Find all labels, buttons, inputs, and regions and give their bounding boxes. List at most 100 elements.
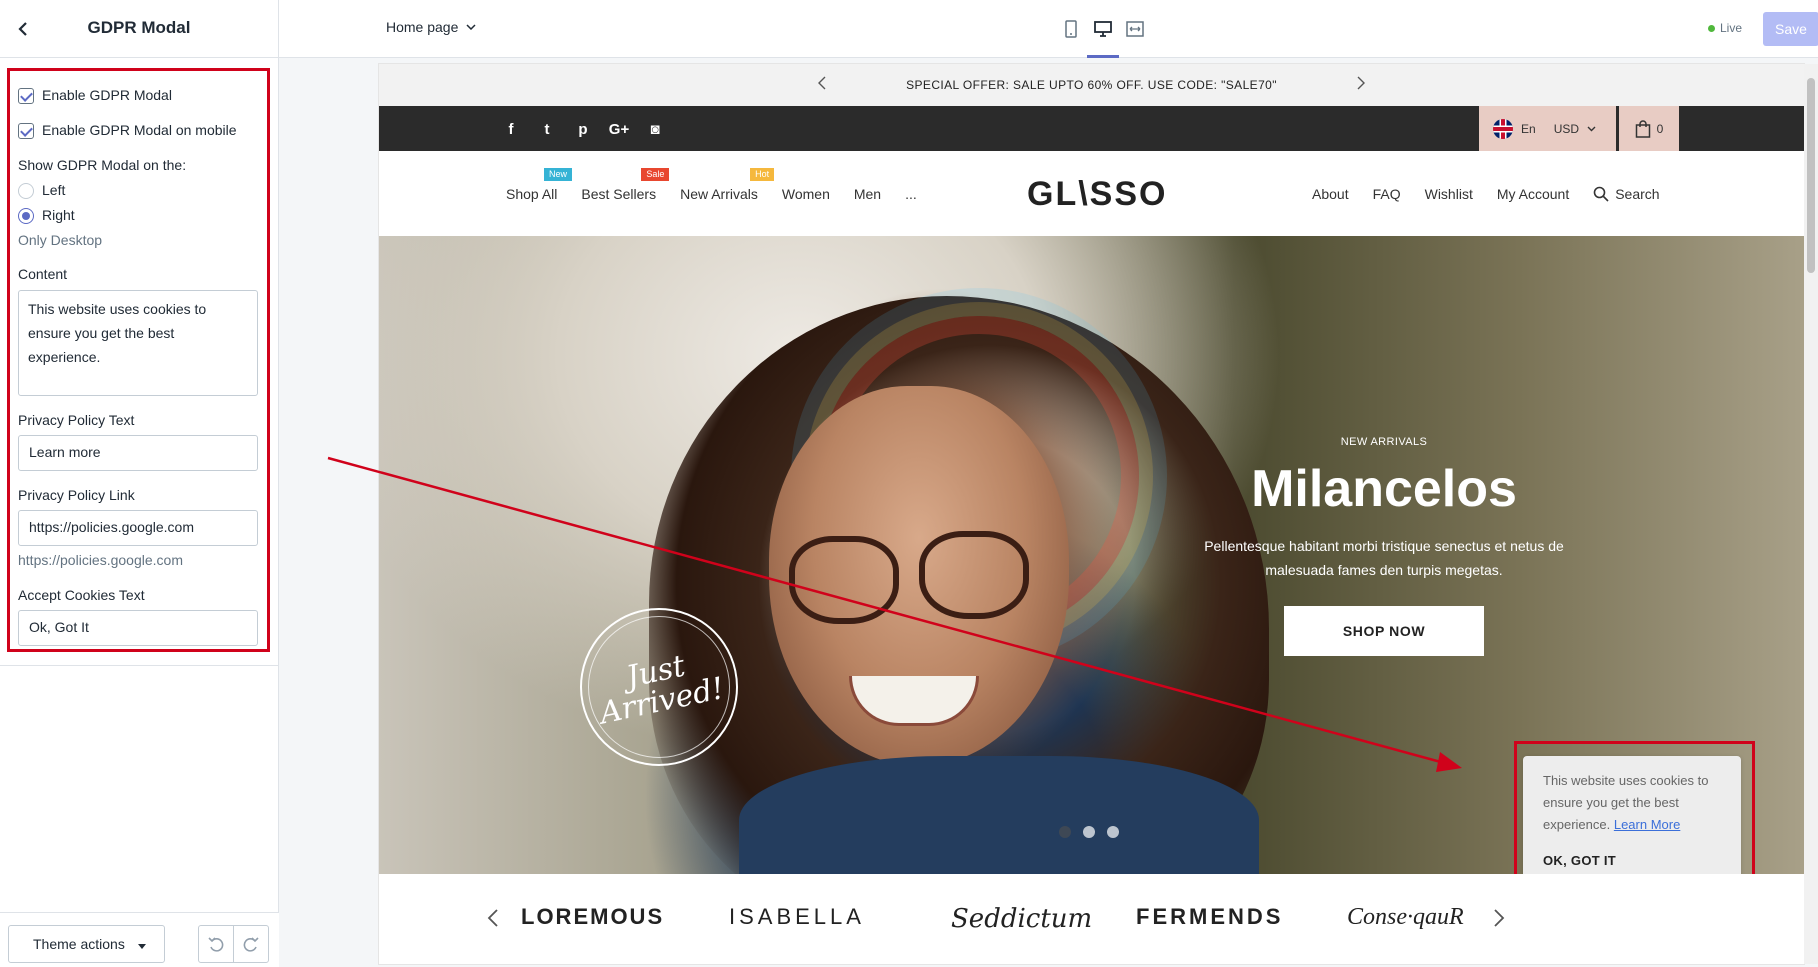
announcement-text: SPECIAL OFFER: SALE UPTO 60% OFF. USE CO… — [906, 78, 1277, 92]
hero-eyebrow: NEW ARRIVALS — [1340, 436, 1428, 448]
nav-item-best-sellers[interactable]: Sale Best Sellers — [581, 168, 670, 202]
store-top-strip: f t p G+ ◙ En USD 0 — [379, 106, 1804, 151]
store-preview: SPECIAL OFFER: SALE UPTO 60% OFF. USE CO… — [379, 64, 1804, 964]
search-label: Search — [1615, 186, 1660, 202]
scrollbar-thumb[interactable] — [1807, 78, 1815, 273]
settings-highlight-box — [7, 68, 270, 652]
google-plus-icon[interactable]: G+ — [609, 119, 629, 139]
chevron-down-icon — [466, 24, 476, 30]
nav-badge-hot: Hot — [750, 168, 775, 181]
page-selector-label: Home page — [386, 19, 459, 35]
slide-dot[interactable] — [1107, 826, 1119, 838]
hero-headline: Milancelos — [1251, 460, 1517, 518]
uk-flag-icon — [1493, 118, 1513, 139]
search-button[interactable]: Search — [1593, 186, 1660, 202]
undo-redo-group — [198, 925, 269, 963]
theme-actions-button[interactable]: Theme actions — [8, 925, 165, 963]
announcement-next-button[interactable] — [1356, 75, 1366, 94]
nav-item-about[interactable]: About — [1312, 186, 1349, 202]
nav-label: Men — [853, 186, 882, 202]
nav-label: Women — [781, 186, 830, 202]
cart-count: 0 — [1656, 121, 1664, 136]
instagram-icon[interactable]: ◙ — [645, 119, 665, 139]
slide-dot[interactable] — [1083, 826, 1095, 838]
nav-item-faq[interactable]: FAQ — [1373, 186, 1401, 202]
slide-dot[interactable] — [1059, 826, 1071, 838]
hero-image-glasses — [919, 531, 1029, 619]
live-status: Live — [1708, 21, 1742, 35]
facebook-icon[interactable]: f — [501, 119, 521, 139]
secondary-nav: About FAQ Wishlist My Account Search — [1312, 186, 1660, 202]
nav-item-wishlist[interactable]: Wishlist — [1425, 186, 1473, 202]
mobile-view-button[interactable] — [1055, 0, 1087, 58]
page-selector[interactable]: Home page — [386, 19, 476, 35]
hero-subtext-line: malesuada fames den turpis megetas. — [1265, 562, 1503, 578]
settings-sidebar: GDPR Modal Enable GDPR Modal Enable GDPR… — [0, 0, 279, 967]
device-switcher — [1055, 0, 1151, 58]
hero-image-glasses — [789, 536, 899, 624]
chevron-left-icon — [818, 76, 826, 90]
editor-topbar: Home page Live Save — [279, 0, 1818, 58]
desktop-icon — [1094, 21, 1112, 37]
mobile-icon — [1065, 20, 1077, 38]
slideshow-dots — [1059, 826, 1119, 838]
pinterest-icon[interactable]: p — [573, 119, 593, 139]
divider — [0, 665, 279, 666]
redo-button[interactable] — [234, 926, 268, 962]
live-label: Live — [1720, 21, 1743, 35]
currency-label: USD — [1553, 121, 1580, 136]
nav-item-new-arrivals[interactable]: Hot New Arrivals — [680, 168, 775, 202]
redo-icon — [243, 937, 259, 952]
fullwidth-icon — [1126, 21, 1144, 37]
social-links: f t p G+ ◙ — [501, 119, 665, 139]
shopping-bag-icon — [1635, 119, 1650, 138]
nav-item-men[interactable]: Men — [854, 186, 881, 202]
undo-button[interactable] — [199, 926, 234, 962]
hero-caption: NEW ARRIVALS Milancelos Pellentesque hab… — [1139, 436, 1629, 656]
brand-logo[interactable]: FERMENDS — [1136, 904, 1283, 930]
chevron-left-icon — [487, 909, 498, 927]
desktop-view-button[interactable] — [1087, 0, 1119, 58]
nav-item-more[interactable]: ... — [905, 186, 917, 202]
nav-label: New Arrivals — [680, 186, 758, 202]
nav-badge-sale: Sale — [641, 168, 670, 181]
announcement-bar: SPECIAL OFFER: SALE UPTO 60% OFF. USE CO… — [379, 64, 1804, 106]
shop-now-button[interactable]: SHOP NOW — [1284, 606, 1484, 656]
brand-logos-carousel: LOREMOUS ISABELLA Seddictum FERMENDS Con… — [379, 874, 1804, 964]
hero-subtext-line: Pellentesque habitant morbi tristique se… — [1204, 538, 1564, 554]
announcement-prev-button[interactable] — [817, 75, 827, 94]
caret-down-icon — [138, 944, 146, 949]
chevron-right-icon — [1494, 909, 1505, 927]
brand-logo[interactable]: Seddictum — [951, 904, 1092, 934]
hero-image-jacket — [739, 756, 1259, 874]
nav-label: Best Sellers — [581, 186, 657, 202]
brand-logo[interactable]: LOREMOUS — [521, 904, 664, 930]
store-navbar: New Shop All Sale Best Sellers Hot New A… — [379, 151, 1804, 236]
nav-item-shop-all[interactable]: New Shop All — [506, 168, 573, 202]
undo-icon — [208, 937, 224, 952]
fullwidth-view-button[interactable] — [1119, 0, 1151, 58]
twitter-icon[interactable]: t — [537, 119, 557, 139]
language-label: En — [1521, 121, 1536, 136]
hero-subtext: Pellentesque habitant morbi tristique se… — [1139, 534, 1629, 582]
preview-scrollbar[interactable] — [1804, 64, 1818, 964]
locale-selector[interactable]: En USD — [1479, 106, 1616, 151]
theme-actions-label: Theme actions — [33, 936, 125, 952]
nav-item-my-account[interactable]: My Account — [1497, 186, 1569, 202]
sidebar-title: GDPR Modal — [87, 18, 191, 37]
nav-item-women[interactable]: Women — [782, 186, 830, 202]
brand-logo[interactable]: Conse·qauR — [1347, 904, 1464, 931]
chevron-down-icon — [1587, 126, 1596, 131]
live-dot-icon — [1708, 24, 1715, 32]
main-nav: New Shop All Sale Best Sellers Hot New A… — [506, 168, 917, 202]
brands-prev-button[interactable] — [487, 908, 499, 933]
save-button[interactable]: Save — [1763, 12, 1818, 46]
sidebar-footer: Theme actions — [0, 912, 279, 967]
store-logo[interactable]: GL\SSO — [1027, 175, 1167, 214]
brands-next-button[interactable] — [1493, 908, 1505, 933]
search-icon — [1593, 186, 1609, 202]
nav-badge-new: New — [544, 168, 573, 181]
brand-logo[interactable]: ISABELLA — [729, 904, 865, 930]
cart-button[interactable]: 0 — [1619, 106, 1679, 151]
nav-label: Shop All — [506, 186, 558, 202]
